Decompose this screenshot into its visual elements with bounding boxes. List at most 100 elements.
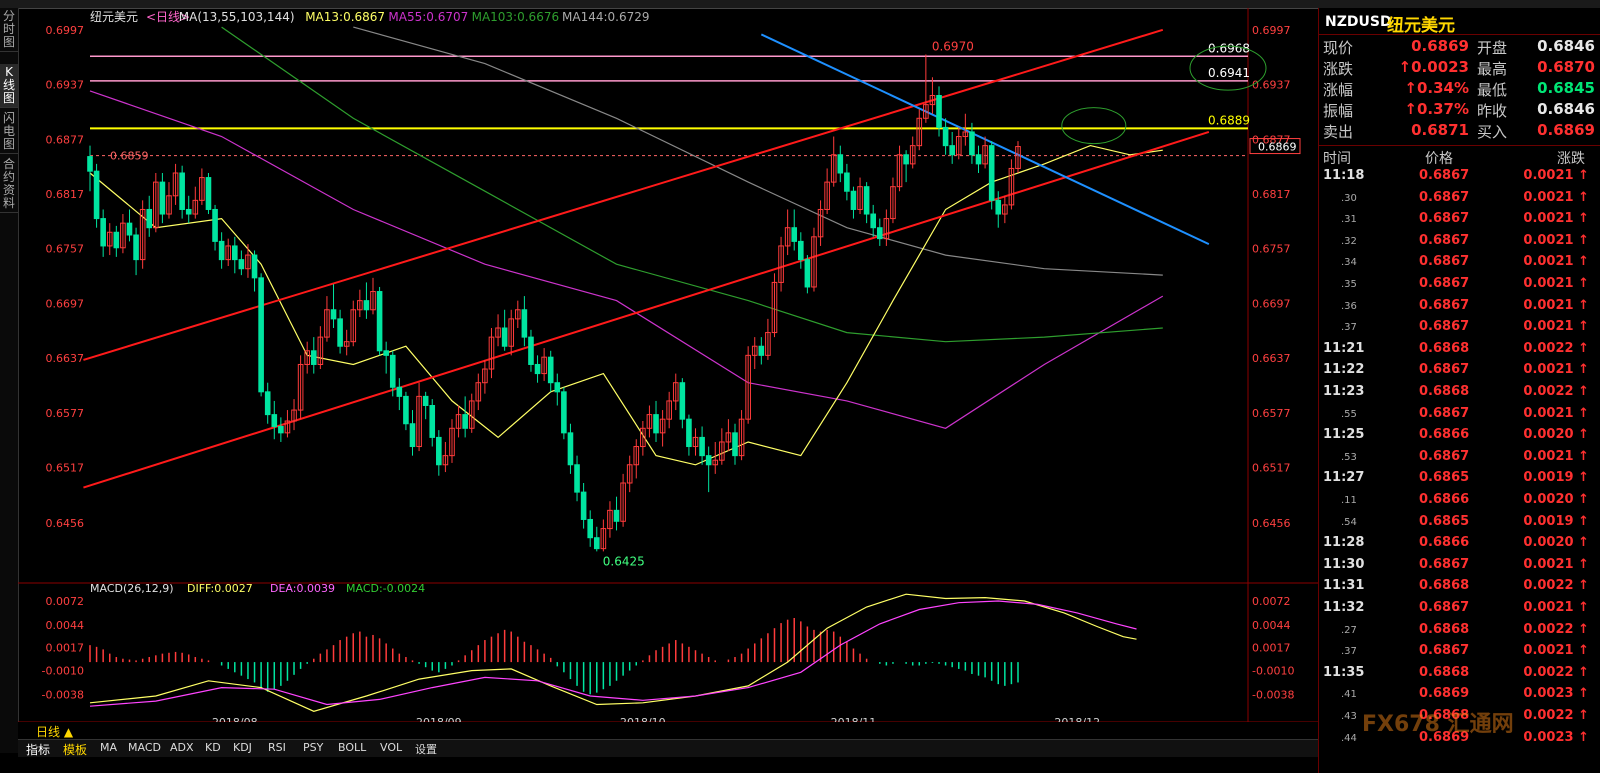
macd-header-dea: DEA:0.0039 [270, 582, 335, 595]
tick-row: .37 0.6867 0.0021 ↑ [1319, 643, 1600, 664]
tick-time: .35 [1341, 279, 1357, 290]
macd-diff-line [89, 593, 1137, 712]
tick-row: .36 0.6867 0.0021 ↑ [1319, 298, 1600, 319]
y-tick-right: 0.6757 [1252, 243, 1291, 256]
left-tab-1[interactable]: K线图 [0, 64, 18, 108]
y-tick-right: 0.6517 [1252, 462, 1291, 475]
quote-label: 卖出 [1323, 123, 1354, 141]
quote-row: 卖出 0.6871 买入 0.6869 [1319, 121, 1600, 142]
tick-change: 0.0021 ↑ [1523, 319, 1589, 335]
tick-row: 11:22 0.6867 0.0021 ↑ [1319, 362, 1600, 383]
candle-body [837, 154, 844, 174]
tick-time: .32 [1341, 235, 1357, 247]
quote-value: ↑0.0023 [1398, 58, 1469, 76]
candle-body [798, 240, 804, 261]
tick-price: 0.6866 [1419, 535, 1470, 551]
ma144-line [353, 26, 1163, 276]
tick-time: .54 [1341, 516, 1357, 528]
candle-body [554, 382, 561, 393]
left-tab-0[interactable]: 分时图 [0, 8, 18, 52]
candle-body [429, 405, 436, 438]
price-chart[interactable]: 纽元美元 <日线>MA(13,55,103,144) MA13:0.6867 MA55… [18, 8, 1318, 722]
quote-label: 涨跌 [1323, 60, 1354, 78]
tick-price: 0.6866 [1419, 427, 1470, 443]
quote-value: 0.6846 [1537, 37, 1595, 55]
candle-body [278, 425, 284, 434]
tick-time: 11:18 [1323, 168, 1365, 183]
candle-body [251, 254, 258, 279]
left-tab-3[interactable]: 合约资料 [0, 156, 18, 213]
quote-value: 0.6846 [1537, 100, 1595, 118]
y-tick-left: 0.6517 [46, 462, 85, 475]
header-ma13: MA13:0.6867 [305, 10, 385, 24]
candle-body [995, 199, 1002, 215]
candle-body [389, 354, 396, 388]
left-tab-2[interactable]: 闪电图 [0, 110, 18, 154]
tick-change: 0.0023 ↑ [1523, 686, 1589, 702]
tick-change: 0.0021 ↑ [1523, 362, 1589, 378]
candle-body [113, 231, 120, 249]
tick-time: 11:28 [1323, 535, 1365, 551]
indicator-tab-9[interactable]: BOLL [338, 741, 366, 754]
tick-change: 0.0021 ↑ [1523, 643, 1589, 659]
candle-body [100, 218, 106, 247]
candle-body [758, 345, 765, 356]
candle-body [521, 309, 528, 338]
macd-header-diff: DIFF:0.0027 [187, 582, 253, 595]
candle-body [403, 395, 409, 425]
candle-body [337, 318, 343, 347]
tick-row: 11:30 0.6867 0.0021 ↑ [1319, 557, 1600, 578]
y-tick-left: 0.6877 [46, 133, 85, 146]
macd-tick-right: 0.0017 [1252, 642, 1291, 655]
header-ma144: MA144:0.6729 [562, 10, 650, 24]
y-tick-left: 0.6456 [46, 517, 85, 530]
tick-time: .37 [1341, 646, 1357, 658]
y-tick-left: 0.6757 [46, 243, 85, 256]
quote-label: 振幅 [1323, 102, 1354, 120]
tick-change: 0.0022 ↑ [1523, 578, 1589, 594]
period-daily-button[interactable]: 日线 ▲ [36, 723, 73, 740]
tick-time: .31 [1341, 214, 1357, 226]
highlight-ellipse [1061, 107, 1127, 145]
indicator-tab-10[interactable]: VOL [380, 741, 402, 754]
macd-tick-right: 0.0072 [1252, 595, 1291, 608]
candle-body [876, 227, 883, 240]
tick-row: 11:32 0.6867 0.0021 ↑ [1319, 600, 1600, 621]
tick-price: 0.6867 [1419, 211, 1470, 227]
y-tick-right: 0.6817 [1252, 188, 1291, 201]
tick-price: 0.6867 [1419, 232, 1470, 248]
tick-time: .55 [1341, 408, 1357, 420]
candle-body [179, 172, 185, 210]
indicator-tab-2[interactable]: MA [100, 741, 117, 754]
indicator-tab-5[interactable]: KD [205, 741, 221, 754]
indicator-tab-11[interactable]: 设置 [415, 741, 437, 757]
tick-time: .41 [1341, 689, 1357, 701]
indicator-tab-8[interactable]: PSY [303, 741, 323, 754]
quote-row: 涨跌 ↑0.0023 最高 0.6870 [1319, 58, 1600, 79]
candle-body [870, 213, 877, 229]
tick-change: 0.0021 ↑ [1523, 448, 1589, 464]
tick-row: 11:27 0.6865 0.0019 ↑ [1319, 470, 1600, 491]
tick-change: 0.0022 ↑ [1523, 664, 1589, 680]
tick-row: .30 0.6867 0.0021 ↑ [1319, 190, 1600, 211]
candle-body [653, 414, 659, 434]
tick-row: 11:23 0.6868 0.0022 ↑ [1319, 384, 1600, 405]
indicator-tab-1[interactable]: 模板 [63, 741, 87, 758]
candle-body [587, 518, 594, 539]
candle-body [580, 491, 587, 520]
y-tick-left: 0.6817 [46, 188, 85, 201]
candle-body [126, 222, 133, 236]
quote-value: 0.6869 [1411, 37, 1469, 55]
tick-change: 0.0021 ↑ [1523, 232, 1589, 248]
indicator-tab-7[interactable]: RSI [268, 741, 286, 754]
candle-body [936, 95, 942, 128]
indicator-tab-4[interactable]: ADX [170, 741, 194, 754]
candle-body [231, 245, 238, 261]
quote-value: ↑0.34% [1404, 79, 1469, 97]
indicator-tab-6[interactable]: KDJ [233, 741, 252, 754]
indicator-tab-3[interactable]: MACD [128, 741, 161, 754]
quote-label: 最低 [1477, 81, 1508, 99]
indicator-tab-0[interactable]: 指标 [26, 741, 50, 758]
candle-body [949, 145, 955, 156]
tick-change: 0.0021 ↑ [1523, 405, 1589, 421]
